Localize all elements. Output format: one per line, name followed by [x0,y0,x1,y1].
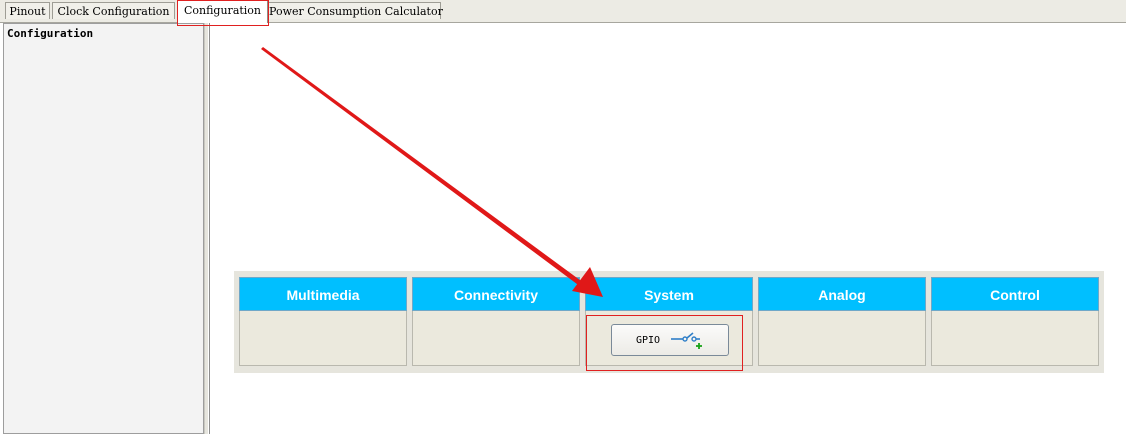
category-header-system[interactable]: System [585,277,753,311]
category-analog: Analog [758,277,926,366]
gpio-button-label: GPIO [635,334,661,346]
category-body-system: GPIO [585,311,753,366]
category-multimedia: Multimedia [239,277,407,366]
category-control: Control [931,277,1099,366]
tab-configuration[interactable]: Configuration [177,0,268,23]
tree-root-configuration[interactable]: Configuration [7,27,93,40]
category-body-multimedia [239,311,407,366]
category-system: System GPIO [585,277,753,366]
category-header-control[interactable]: Control [931,277,1099,311]
panel-splitter[interactable] [204,23,208,434]
tab-bar: Pinout Clock Configuration Configuration… [0,0,1126,23]
category-body-connectivity [412,311,580,366]
tab-power-consumption-calculator[interactable]: Power Consumption Calculator [268,2,443,19]
category-connectivity: Connectivity [412,277,580,366]
category-header-multimedia[interactable]: Multimedia [239,277,407,311]
category-body-control [931,311,1099,366]
category-header-analog[interactable]: Analog [758,277,926,311]
category-grid: Multimedia Connectivity System GPIO Anal… [234,271,1104,373]
gpio-button[interactable]: GPIO [611,324,729,356]
gpio-switch-icon [670,331,704,349]
category-body-analog [758,311,926,366]
tab-clock-configuration[interactable]: Clock Configuration [52,2,175,19]
category-header-connectivity[interactable]: Connectivity [412,277,580,311]
tab-pinout[interactable]: Pinout [5,2,50,19]
left-tree-panel: Configuration [3,23,204,434]
